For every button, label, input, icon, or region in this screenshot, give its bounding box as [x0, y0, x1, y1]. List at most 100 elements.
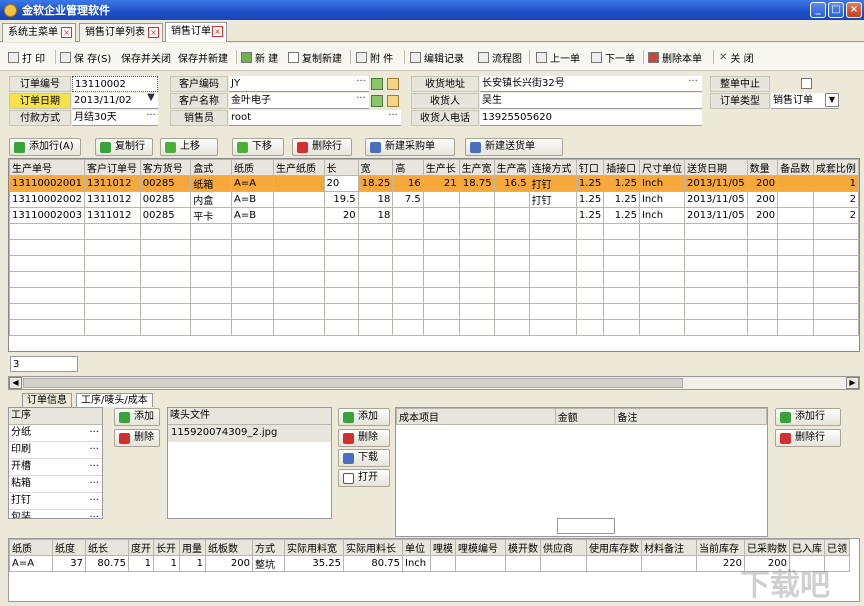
column-header[interactable]: 已领 — [824, 539, 850, 556]
column-header[interactable]: 方式 — [252, 539, 285, 556]
copy-row-button[interactable]: 复制行 — [95, 138, 153, 156]
table-cell[interactable]: Inch — [638, 191, 685, 208]
table-cell[interactable]: 16.5 — [493, 175, 530, 192]
column-header[interactable]: 单位 — [402, 539, 431, 556]
horizontal-scrollbar[interactable]: ◀ ▶ — [8, 376, 860, 390]
attach-button[interactable]: 附 件 — [356, 50, 393, 65]
column-header[interactable]: 纸度 — [52, 539, 86, 556]
maximize-button[interactable]: □ — [828, 2, 844, 18]
table-cell[interactable]: 1311012 — [84, 191, 141, 208]
table-cell[interactable]: 1.25 — [575, 191, 605, 208]
table-cell[interactable]: 1.25 — [603, 191, 640, 208]
table-cell[interactable]: 16 — [392, 175, 424, 192]
table-cell[interactable]: A=B — [231, 207, 275, 224]
table-cell[interactable]: 18.75 — [458, 175, 495, 192]
prev-button[interactable]: 上一单 — [536, 50, 580, 65]
close-icon[interactable]: × — [148, 27, 159, 38]
column-header[interactable]: 已采购数 — [744, 539, 790, 556]
table-cell[interactable]: 20 — [323, 175, 359, 192]
table-cell[interactable] — [493, 207, 530, 224]
phone-field[interactable]: 13925505620 — [480, 110, 702, 126]
column-header[interactable]: 生产宽 — [458, 159, 495, 176]
mark-add-button[interactable]: 添加 — [338, 408, 390, 426]
table-cell[interactable] — [455, 555, 506, 572]
column-header[interactable]: 长 — [323, 159, 359, 176]
ellipsis-icon[interactable]: ··· — [89, 442, 99, 458]
table-cell[interactable]: 18 — [357, 207, 394, 224]
close-icon[interactable]: × — [212, 26, 223, 37]
column-header[interactable]: 纸质 — [9, 539, 53, 556]
ellipsis-icon[interactable]: ··· — [354, 94, 368, 109]
table-cell[interactable] — [777, 207, 814, 224]
table-cell[interactable] — [430, 555, 456, 572]
table-cell[interactable]: 80.75 — [85, 555, 129, 572]
column-header[interactable]: 金额 — [554, 408, 616, 425]
column-header[interactable]: 宽 — [357, 159, 394, 176]
table-cell[interactable] — [528, 207, 577, 224]
table-cell[interactable]: 21 — [422, 175, 460, 192]
move-up-button[interactable]: 上移 — [160, 138, 218, 156]
table-cell[interactable]: 内盒 — [190, 191, 233, 208]
table-cell[interactable]: 2013/11/05 — [683, 207, 748, 224]
table-cell[interactable] — [458, 207, 495, 224]
mark-file-item[interactable]: 115920074309_2.jpg — [168, 425, 331, 442]
flowchart-button[interactable]: 流程图 — [478, 50, 522, 65]
tab-order-info[interactable]: 订单信息 — [22, 393, 72, 407]
column-header[interactable]: 已入库 — [789, 539, 825, 556]
edit-icon[interactable] — [387, 78, 399, 90]
ellipsis-icon[interactable]: ··· — [89, 510, 99, 518]
ellipsis-icon[interactable]: ··· — [89, 476, 99, 492]
table-cell[interactable]: Inch — [402, 555, 431, 572]
table-cell[interactable]: 20 — [323, 207, 359, 224]
table-cell[interactable]: 1 — [812, 175, 859, 192]
tab-process-mark-cost[interactable]: 工序/唛头/成本 — [76, 393, 153, 407]
column-header[interactable]: 哩模 — [430, 539, 456, 556]
table-cell[interactable]: Inch — [638, 175, 685, 192]
table-cell[interactable] — [641, 555, 697, 572]
table-cell[interactable] — [777, 175, 814, 192]
table-cell[interactable]: 1311012 — [84, 207, 141, 224]
table-cell[interactable]: 2 — [812, 207, 859, 224]
table-cell[interactable]: 200 — [205, 555, 253, 572]
table-row[interactable]: 13110002003 1311012 00285 平卡 A=B 20 18 1.25 1.25… — [9, 207, 859, 224]
table-cell[interactable]: 1.25 — [603, 207, 640, 224]
table-cell[interactable] — [824, 555, 850, 572]
table-row[interactable]: 13110002002 1311012 00285 内盒 A=B 19.5 18 7.5 打钉 1… — [9, 191, 859, 208]
add-row-button[interactable]: 添加行(A) — [9, 138, 81, 156]
column-header[interactable]: 盒式 — [190, 159, 233, 176]
table-cell[interactable]: 220 — [696, 555, 745, 572]
process-item[interactable]: 打钉 ··· — [9, 493, 102, 510]
column-header[interactable]: 纸长 — [85, 539, 129, 556]
table-cell[interactable]: 200 — [746, 207, 779, 224]
table-cell[interactable] — [586, 555, 642, 572]
table-cell[interactable] — [422, 191, 460, 208]
tab-order-list[interactable]: 销售订单列表 × — [79, 23, 163, 42]
table-cell[interactable]: 19.5 — [323, 191, 359, 208]
table-cell[interactable] — [458, 191, 495, 208]
table-cell[interactable] — [777, 191, 814, 208]
save-button[interactable]: 保 存(S) — [60, 50, 111, 65]
process-item[interactable]: 开槽 ··· — [9, 459, 102, 476]
edit-log-button[interactable]: 编辑记录 — [410, 50, 464, 65]
process-item[interactable]: 印刷 ··· — [9, 442, 102, 459]
table-cell[interactable] — [789, 555, 825, 572]
column-header[interactable]: 高 — [392, 159, 424, 176]
mark-delete-button[interactable]: 删除 — [338, 429, 390, 447]
ellipsis-icon[interactable]: ··· — [386, 111, 400, 126]
lookup-icon[interactable] — [371, 95, 383, 107]
cost-add-row-button[interactable]: 添加行 — [775, 408, 841, 426]
table-cell[interactable] — [392, 207, 424, 224]
table-cell[interactable]: 18.25 — [357, 175, 394, 192]
column-header[interactable]: 备注 — [614, 408, 767, 425]
mark-download-button[interactable]: 下载 — [338, 449, 390, 467]
table-cell[interactable]: 35.25 — [284, 555, 344, 572]
table-cell[interactable]: 1311012 — [84, 175, 141, 192]
cost-delete-row-button[interactable]: 删除行 — [775, 429, 841, 447]
cust-code-field[interactable]: JY — [229, 76, 369, 92]
column-header[interactable]: 纸板数 — [205, 539, 253, 556]
column-header[interactable]: 成本项目 — [396, 408, 556, 425]
copy-new-button[interactable]: 复制新建 — [288, 50, 342, 65]
table-cell[interactable]: 1.25 — [575, 207, 605, 224]
table-cell[interactable] — [273, 191, 325, 208]
column-header[interactable]: 成套比例 — [812, 159, 859, 176]
